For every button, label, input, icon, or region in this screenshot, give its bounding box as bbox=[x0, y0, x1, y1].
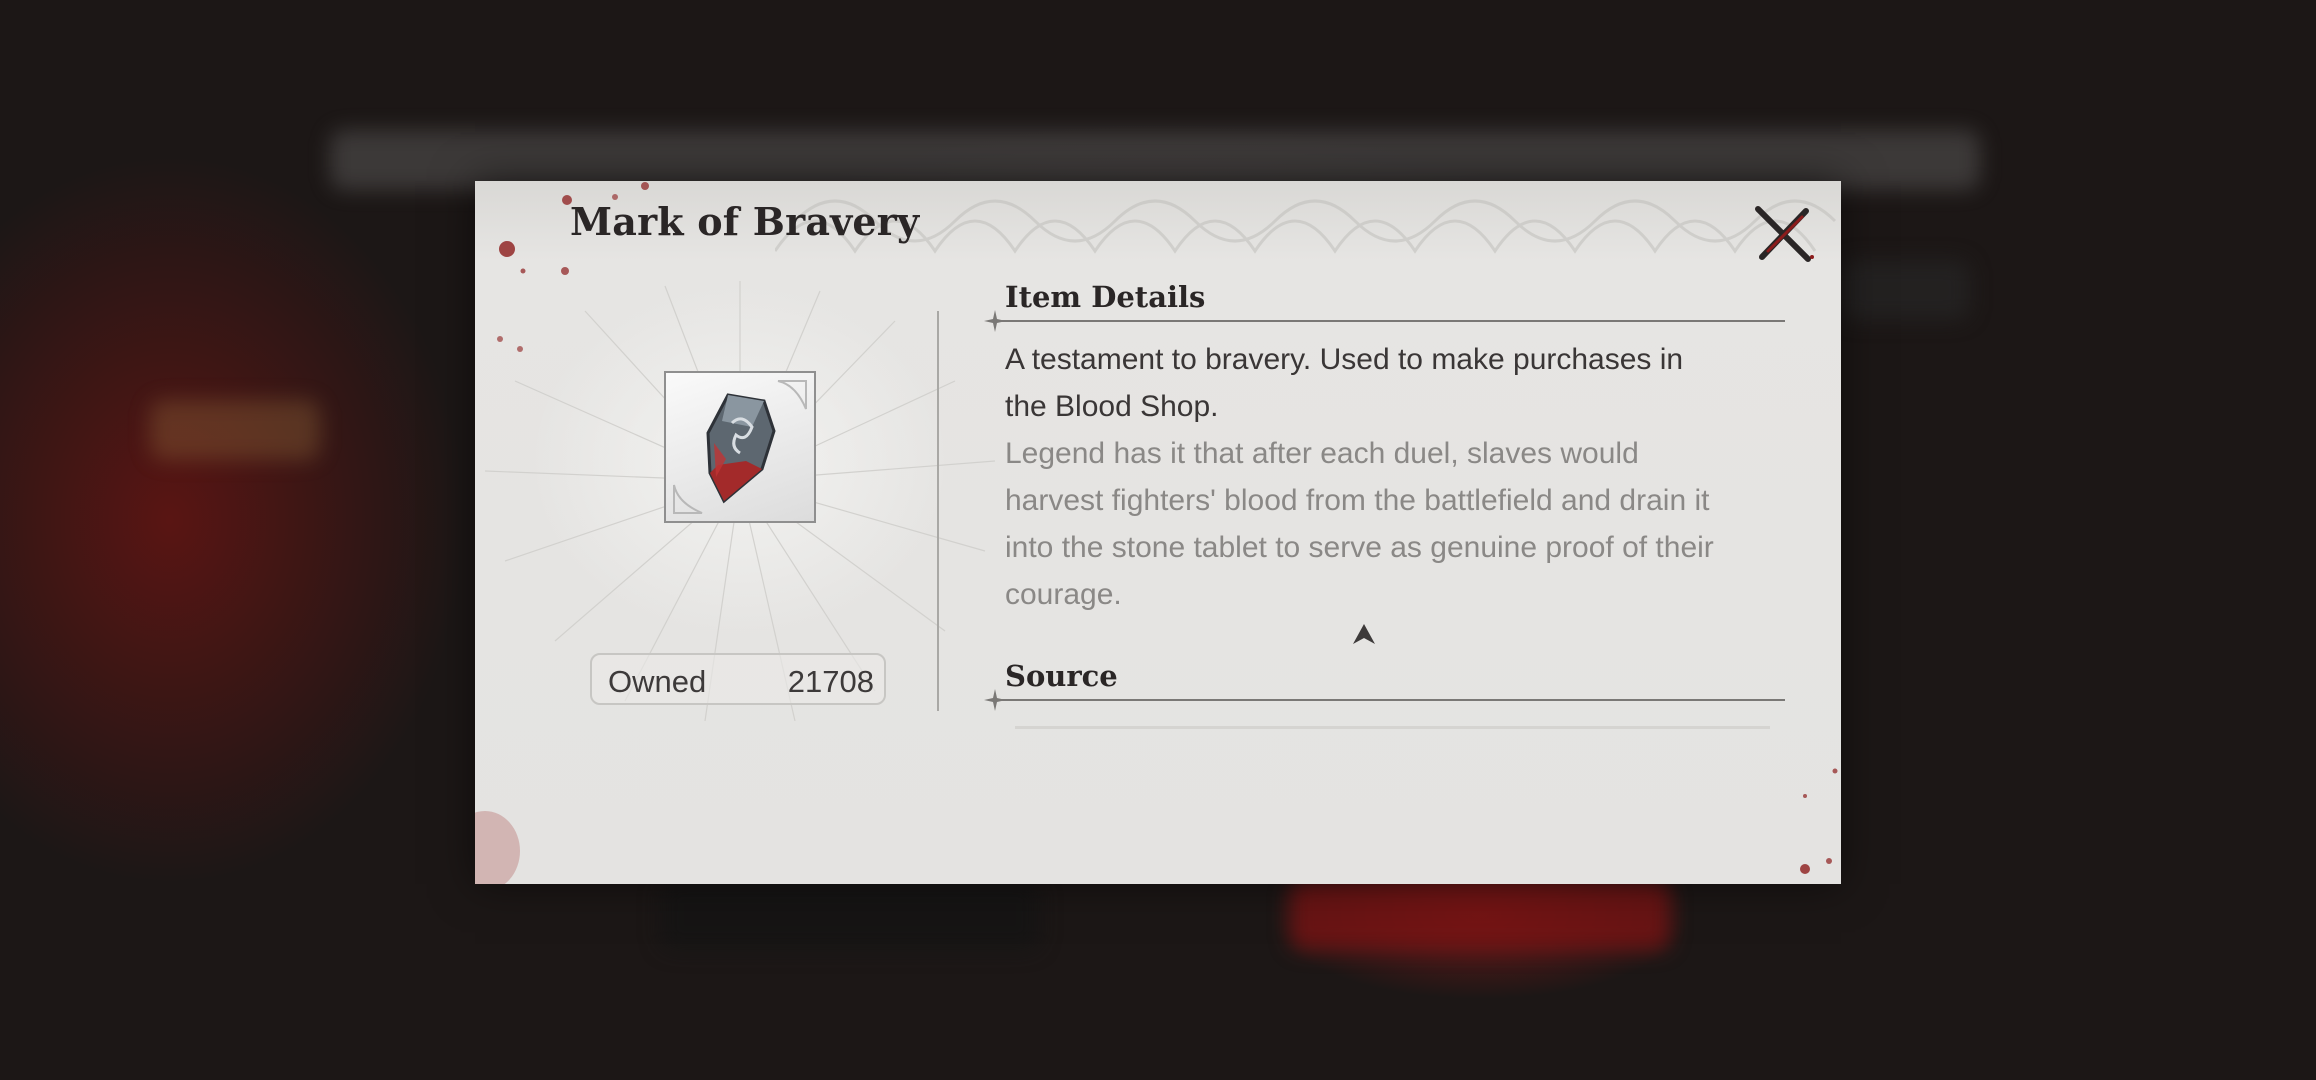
close-button[interactable] bbox=[1750, 201, 1816, 267]
background-button-dark bbox=[660, 880, 1040, 950]
background-side-badge bbox=[1840, 260, 1970, 320]
owned-count-box: Owned 21708 bbox=[590, 653, 886, 705]
vertical-divider bbox=[937, 311, 939, 711]
dialog-title: Mark of Bravery bbox=[570, 199, 920, 244]
item-lore-text: Legend has it that after each duel, slav… bbox=[1005, 437, 1714, 611]
source-list-area bbox=[1015, 726, 1770, 729]
sparkle-ornament-icon bbox=[984, 310, 1006, 332]
scroll-up-arrow-icon bbox=[1353, 624, 1375, 644]
owned-value: 21708 bbox=[787, 664, 874, 699]
item-description: A testament to bravery. Used to make pur… bbox=[1005, 343, 1684, 423]
background-button-red bbox=[1290, 880, 1670, 950]
source-rule bbox=[995, 699, 1785, 701]
item-icon-frame bbox=[664, 371, 816, 523]
owned-label: Owned bbox=[608, 664, 707, 699]
sparkle-ornament-icon bbox=[984, 689, 1006, 711]
ornamental-header-pattern bbox=[775, 199, 1837, 254]
source-heading: Source bbox=[1005, 659, 1118, 693]
item-details-rule bbox=[995, 320, 1785, 322]
item-details-heading: Item Details bbox=[1005, 280, 1206, 314]
close-x-icon bbox=[1755, 206, 1814, 262]
scroll-up-button[interactable] bbox=[1351, 622, 1377, 646]
item-detail-dialog: Mark of Bravery Owned 21708 Item Details… bbox=[475, 181, 1841, 884]
background-left-badge bbox=[150, 400, 320, 460]
blood-splatter-bottom-right bbox=[1800, 768, 1838, 874]
blood-stone-shard-icon bbox=[673, 380, 807, 514]
blood-stain-bottom-left bbox=[475, 811, 520, 884]
